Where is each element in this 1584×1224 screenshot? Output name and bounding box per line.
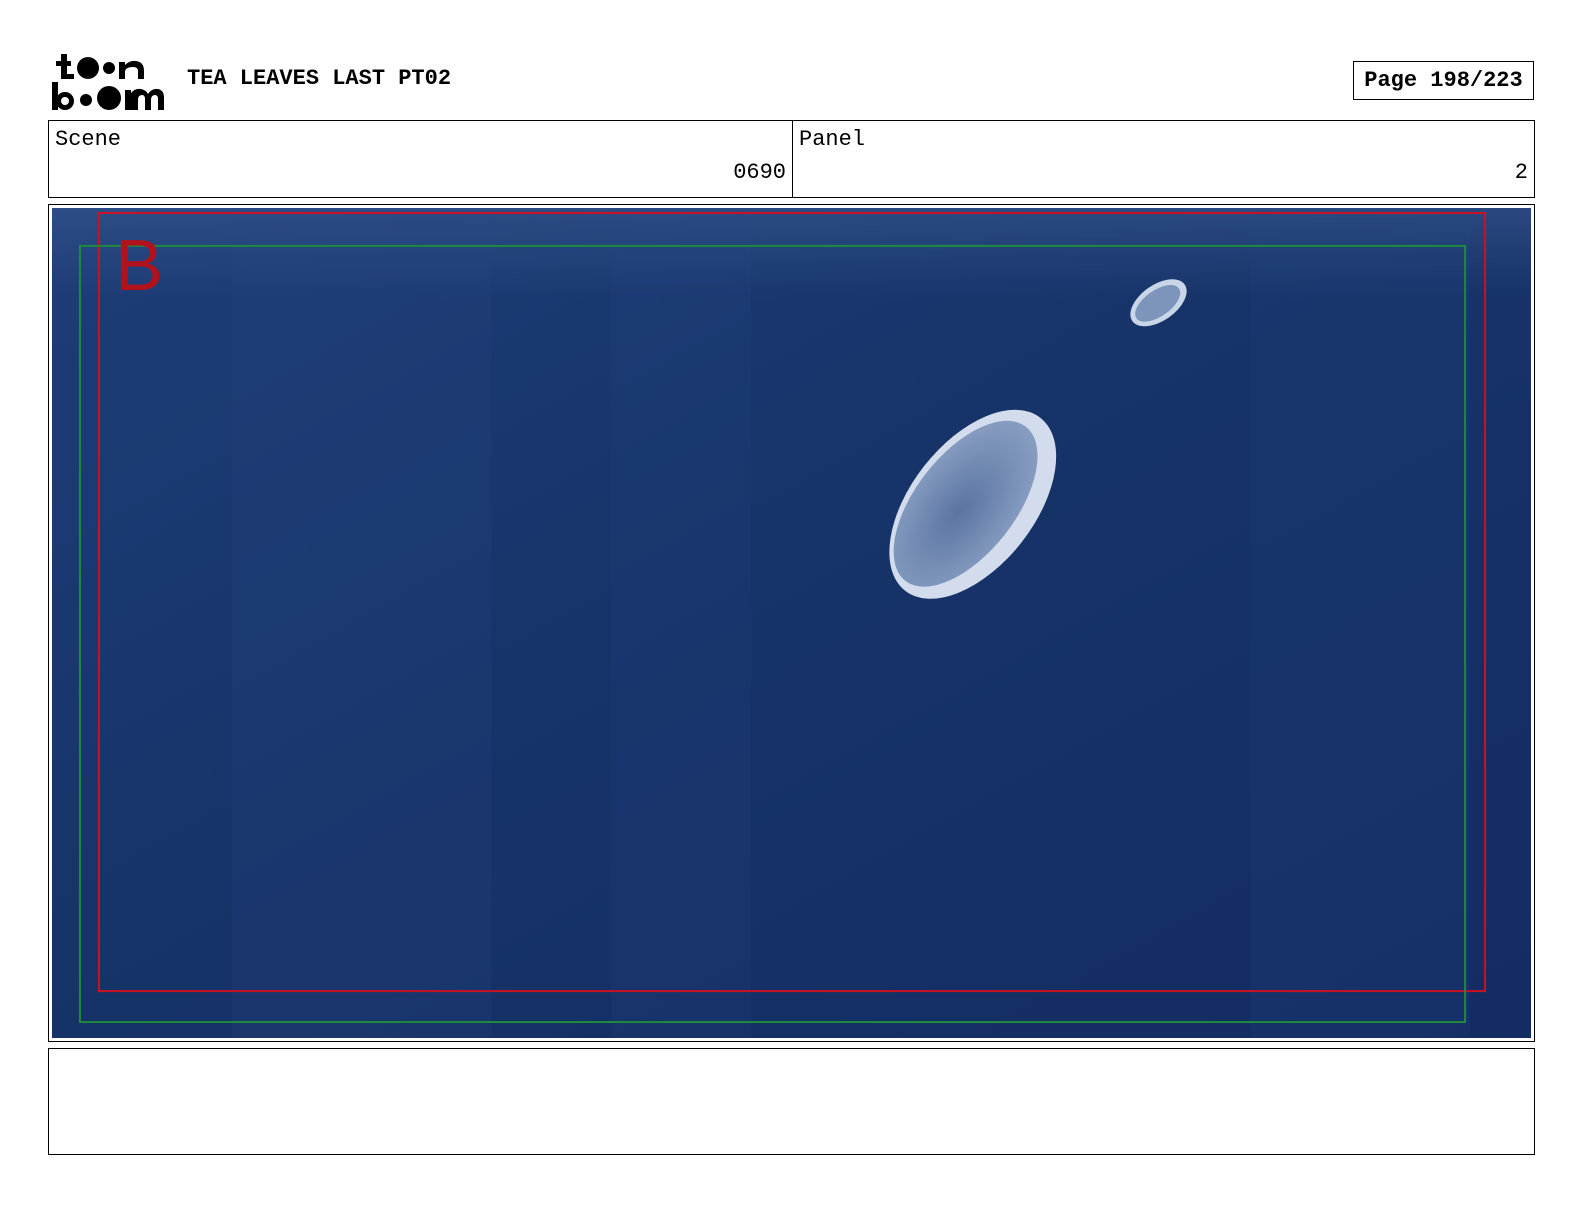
panel-cell: Panel 2 — [793, 121, 1534, 197]
scene-number: 0690 — [733, 160, 786, 185]
light-band — [231, 208, 492, 1038]
storyboard-panel-frame: B — [48, 204, 1535, 1042]
light-band — [1250, 208, 1471, 1038]
panel-notes-box — [48, 1048, 1535, 1155]
frame-letter-label: B — [115, 226, 164, 306]
toon-boom-logo-icon — [52, 54, 164, 110]
document-title: TEA LEAVES LAST PT02 — [187, 66, 452, 91]
storyboard-panel-image: B — [52, 208, 1531, 1038]
page-indicator: Page 198/223 — [1353, 61, 1534, 100]
underwater-drawing — [52, 208, 1531, 1038]
panel-number: 2 — [1514, 160, 1528, 185]
scene-label: Scene — [55, 127, 122, 152]
light-band — [611, 208, 752, 1038]
toon-boom-logo — [52, 52, 164, 112]
panel-label: Panel — [799, 127, 866, 152]
scene-panel-info: Scene 0690 Panel 2 — [48, 120, 1535, 198]
scene-cell: Scene 0690 — [49, 121, 793, 197]
